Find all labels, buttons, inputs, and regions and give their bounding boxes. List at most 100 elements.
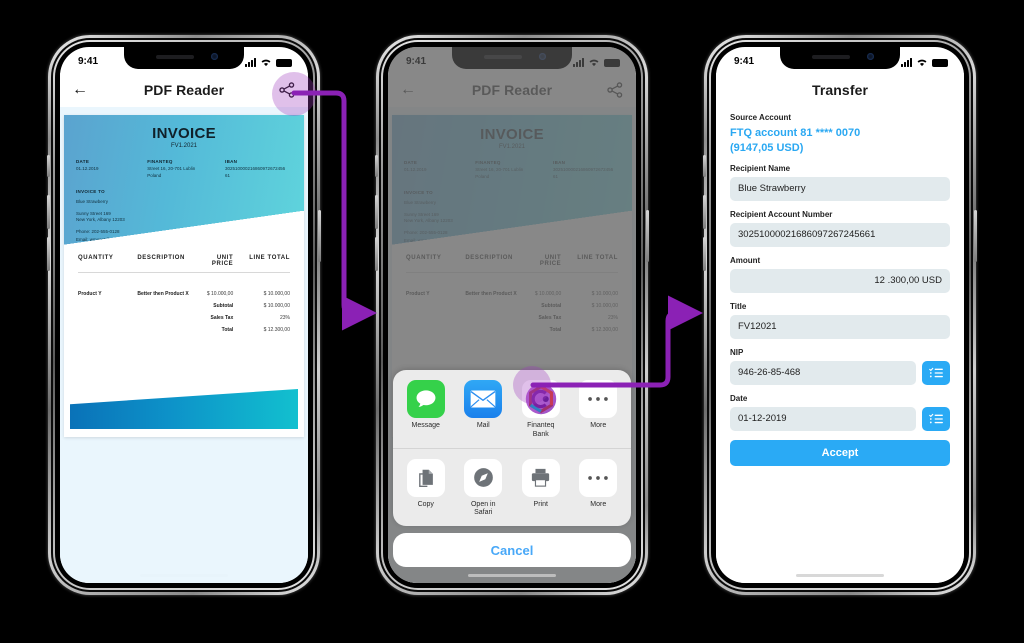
invoice-to-address: Sunny Street 169 New York, Albany 12203 [76, 210, 125, 223]
date-row: 01-12-2019 [730, 406, 950, 431]
home-indicator[interactable] [796, 573, 884, 577]
cellular-bars-icon [901, 57, 912, 67]
mail-envelope-icon [464, 380, 503, 418]
phone-2-screen: 9:41 ← PDF Reader [388, 47, 636, 583]
source-account-value[interactable]: FTQ account 81 **** 0070 (9147,05 USD) [730, 126, 950, 156]
home-indicator[interactable] [140, 573, 228, 577]
share-action-label: Print [533, 500, 548, 508]
wifi-icon [261, 59, 271, 66]
summary-total: Total $ 12.300,00 [221, 327, 290, 333]
share-target-label: Finanteq Bank [527, 422, 555, 438]
recipient-account-label: Recipient Account Number [730, 209, 833, 219]
col-line-total: LINE TOTAL [249, 255, 290, 261]
nip-label: NIP [730, 347, 744, 357]
phone-3-navbar: Transfer [716, 73, 964, 107]
list-picker-icon[interactable] [922, 406, 950, 431]
share-target-finanteq-bank[interactable]: Finanteq Bank [512, 380, 570, 440]
phone-1-volume-down[interactable] [47, 237, 50, 271]
phone-3-volume-up[interactable] [703, 195, 706, 229]
invoice-issuer-value: Street 16, 20-701 Lublin Poland [147, 166, 196, 178]
date-input[interactable]: 01-12-2019 [730, 406, 916, 431]
phone-3: 9:41 Transfer Source Account FTQ account… [703, 35, 977, 595]
battery-full-icon [932, 58, 948, 67]
invoice-date-value: 01.12.2019 [76, 166, 99, 171]
title-label: Title [730, 301, 747, 311]
invoice-number: FV1.2021 [170, 143, 198, 149]
amount-input[interactable]: 12 .300,00 USD [730, 268, 950, 293]
cell-quantity: Product Y [78, 291, 102, 297]
more-dots-icon [579, 380, 618, 418]
share-sheet-card: Message Mail Finanteq Bank More Copy Ope… [393, 370, 631, 526]
cellular-bars-icon [245, 57, 256, 67]
invoice-recipient-block: INVOICE TO Blue Strawberry Sunny Street … [76, 189, 195, 244]
invoice-document: INVOICE FV1.2021 DATE 01.12.2019 FINANTE… [64, 115, 304, 437]
accept-button[interactable]: Accept [730, 439, 950, 466]
phone-2-volume-up[interactable] [375, 195, 378, 229]
share-apps-row: Message Mail Finanteq Bank More [393, 370, 631, 448]
invoice-date-column: DATE 01.12.2019 [76, 159, 147, 179]
col-description: DESCRIPTION [137, 255, 185, 261]
copy-pages-icon [406, 458, 445, 497]
nip-row: 946-26-85-468 [730, 360, 950, 385]
home-indicator[interactable] [468, 573, 556, 577]
phone-3-volume-down[interactable] [703, 237, 706, 271]
phone-1-navbar: ← PDF Reader [60, 73, 308, 107]
phone-1: 9:41 ← PDF Reader INVOICE FV1.2021 DATE … [47, 35, 321, 595]
source-account-line1: FTQ account 81 **** 0070 [730, 127, 861, 139]
cell-line-total: $ 10.000,00 [263, 291, 290, 297]
phone-2-power-button[interactable] [646, 210, 649, 262]
nip-input[interactable]: 946-26-85-468 [730, 360, 916, 385]
status-time: 9:41 [78, 55, 99, 67]
phone-1-volume-up[interactable] [47, 195, 50, 229]
share-sheet: Message Mail Finanteq Bank More Copy Ope… [393, 370, 631, 567]
share-action-more[interactable]: More [570, 458, 628, 519]
invoice-issuer-label: FINANTEQ [147, 159, 173, 164]
more-dots-icon [579, 458, 618, 497]
col-unit-price: UNIT PRICE [211, 255, 234, 267]
recipient-account-input[interactable]: 30251000021686097267245661 [730, 222, 950, 247]
invoice-table-header: QUANTITY DESCRIPTION UNIT PRICE LINE TOT… [78, 255, 290, 273]
invoice-footer-graphic [70, 389, 298, 429]
phone-1-power-button[interactable] [318, 210, 321, 262]
status-indicators [901, 56, 948, 67]
cancel-button[interactable]: Cancel [393, 533, 631, 567]
table-row: Product Y Better then Product X $ 10.000… [78, 291, 290, 297]
recipient-name-input[interactable]: Blue Strawberry [730, 176, 950, 201]
invoice-iban-value: 30251000021686097267245661 [225, 166, 286, 178]
phone-2-mute-switch[interactable] [375, 155, 378, 177]
phone-1-mute-switch[interactable] [47, 155, 50, 177]
share-target-mail[interactable]: Mail [455, 380, 513, 440]
invoice-to-phone: Phone: 202-555-0128 [76, 228, 120, 234]
share-action-print[interactable]: Print [512, 458, 570, 519]
share-target-more-apps[interactable]: More [570, 380, 628, 440]
phone-2: 9:41 ← PDF Reader [375, 35, 649, 595]
back-arrow-icon[interactable]: ← [72, 82, 88, 98]
recipient-name-label: Recipient Name [730, 163, 791, 173]
share-action-open-in-safari[interactable]: Open in Safari [455, 458, 513, 519]
list-picker-icon[interactable] [922, 360, 950, 385]
invoice-date-label: DATE [76, 159, 90, 164]
battery-full-icon [276, 58, 292, 67]
page-title: Transfer [811, 82, 869, 98]
page-title: PDF Reader [143, 82, 225, 98]
share-target-label: Mail [476, 422, 490, 429]
status-indicators [245, 56, 292, 67]
printer-icon [521, 458, 560, 497]
source-account-line2: (9147,05 USD) [730, 141, 804, 154]
share-action-copy[interactable]: Copy [397, 458, 455, 519]
pdf-viewer[interactable]: INVOICE FV1.2021 DATE 01.12.2019 FINANTE… [60, 107, 308, 583]
col-quantity: QUANTITY [78, 255, 114, 261]
phone-3-status-bar: 9:41 [716, 47, 964, 73]
safari-compass-icon [464, 458, 503, 497]
finanteq-bank-icon [521, 380, 560, 418]
wifi-icon [917, 59, 927, 66]
invoice-issuer-column: FINANTEQ Street 16, 20-701 Lublin Poland [147, 159, 225, 179]
share-action-label: Copy [417, 500, 434, 508]
share-icon[interactable] [278, 81, 296, 99]
share-target-message[interactable]: Message [397, 380, 455, 440]
phone-2-volume-down[interactable] [375, 237, 378, 271]
phone-3-power-button[interactable] [974, 210, 977, 262]
phone-3-mute-switch[interactable] [703, 155, 706, 177]
transfer-form: Source Account FTQ account 81 **** 0070 … [716, 107, 964, 583]
title-input[interactable]: FV12021 [730, 314, 950, 339]
